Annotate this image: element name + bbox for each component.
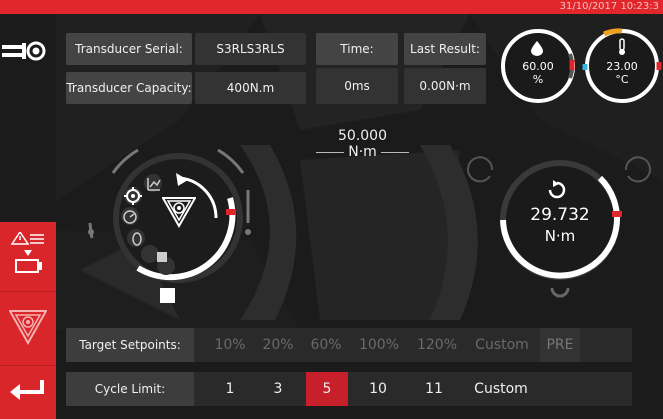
target-setpoints-label: Target Setpoints: [66,328,194,362]
setpoint-10[interactable]: 10% [206,328,254,362]
cycle-limit-5[interactable]: 5 [306,372,348,406]
graph-icon[interactable] [146,176,162,196]
transducer-capacity-value: 400N.m [195,72,306,104]
cycle-limit-11[interactable]: 11 [410,372,458,406]
live-torque-value: 29.732 [530,205,590,225]
transducer-serial-label: Transducer Serial: [66,33,192,65]
thermometer-icon [617,38,627,60]
target-torque-value: 50.000 [338,128,387,144]
cycle-limit-custom[interactable]: Custom [466,372,536,406]
live-torque-unit: N·m [544,227,576,245]
last-result-label: Last Result: [404,33,486,65]
target-torque-readout: 50.000 N·m [315,128,410,160]
warning-download-icon [8,230,48,282]
humidity-value: 60.00 [522,60,554,73]
crosshair-icon[interactable] [124,187,142,209]
rotate-arrow-icon[interactable] [547,180,567,204]
warning-download-button[interactable] [0,222,56,292]
logo-button[interactable] [0,292,56,366]
brand-logo-icon [8,309,48,349]
setpoint-60[interactable]: 60% [302,328,350,362]
live-torque-readout: 29.732 N·m [500,205,620,245]
humidity-unit: % [532,73,544,86]
left-action-rail [0,222,56,419]
gauge-icon[interactable] [122,209,138,229]
setpoint-100[interactable]: 100% [352,328,406,362]
time-label: Time: [316,33,398,65]
setpoint-120[interactable]: 120% [410,328,464,362]
stop-button[interactable] [160,288,175,303]
time-value: 0ms [316,68,398,104]
square-mode-icon[interactable] [156,248,168,267]
return-arrow-icon [8,378,48,408]
setpoint-custom[interactable]: Custom [468,328,536,362]
top-status-bar: 31/10/2017 10:23:3 [0,0,663,14]
transducer-capacity-label: Transducer Capacity: [66,72,192,104]
temperature-value: 23.00 [606,60,638,73]
transducer-serial-value: S3RLS3RLS [195,33,306,65]
transducer-plug-icon[interactable] [0,36,50,68]
temperature-unit: °C [615,73,629,86]
back-button[interactable] [0,366,56,419]
droplet-icon [530,40,544,60]
cycle-limit-label: Cycle Limit: [66,372,194,406]
last-result-value: 0.00N·m [404,68,486,104]
target-torque-unit: N·m [348,144,377,160]
cycle-limit-1[interactable]: 1 [208,372,252,406]
datetime-label: 31/10/2017 10:23:3 [559,1,659,12]
cycle-limit-10[interactable]: 10 [354,372,402,406]
triangle-target-logo-icon[interactable] [161,196,197,232]
cycle-limit-3[interactable]: 3 [256,372,300,406]
click-icon[interactable] [130,230,144,250]
setpoint-20[interactable]: 20% [254,328,302,362]
setpoint-pre[interactable]: PRE [540,328,580,362]
